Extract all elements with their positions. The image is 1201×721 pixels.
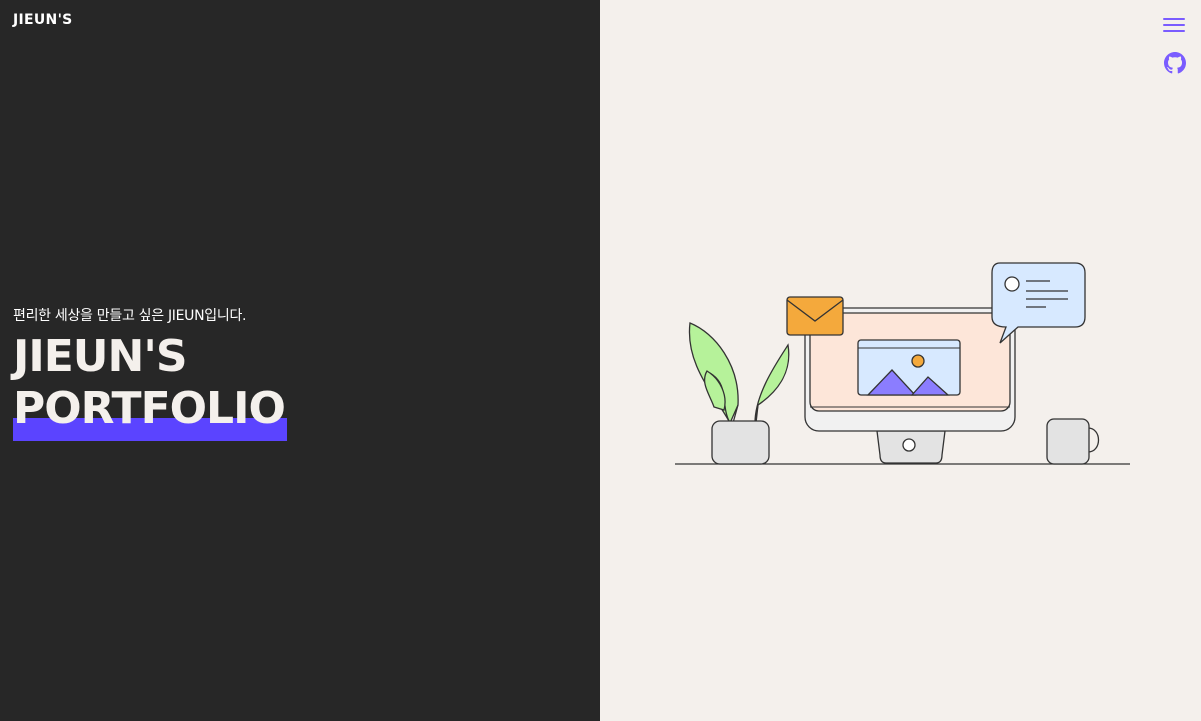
github-icon[interactable]: [1164, 52, 1186, 74]
hero-title-line2-text: PORTFOLIO: [13, 383, 286, 434]
desk-illustration: [675, 262, 1130, 465]
envelope-icon: [786, 296, 844, 336]
dark-panel: JIEUN'S 편리한 세상을 만들고 싶은 JIEUN입니다. JIEUN'S…: [0, 0, 600, 721]
plant-icon: [688, 322, 790, 465]
hero-title-line1: JIEUN'S: [13, 331, 188, 382]
mug-icon: [1046, 418, 1100, 465]
chat-bubble-icon: [991, 262, 1086, 344]
image-frame-icon: [857, 339, 961, 396]
hero-subtitle: 편리한 세상을 만들고 싶은 JIEUN입니다.: [13, 308, 247, 324]
site-logo[interactable]: JIEUN'S: [13, 12, 73, 28]
hamburger-menu-icon[interactable]: [1163, 18, 1185, 36]
hero-title-line2: PORTFOLIO: [13, 383, 287, 441]
hero-section: 편리한 세상을 만들고 싶은 JIEUN입니다. JIEUN'S PORTFOL…: [13, 305, 287, 441]
